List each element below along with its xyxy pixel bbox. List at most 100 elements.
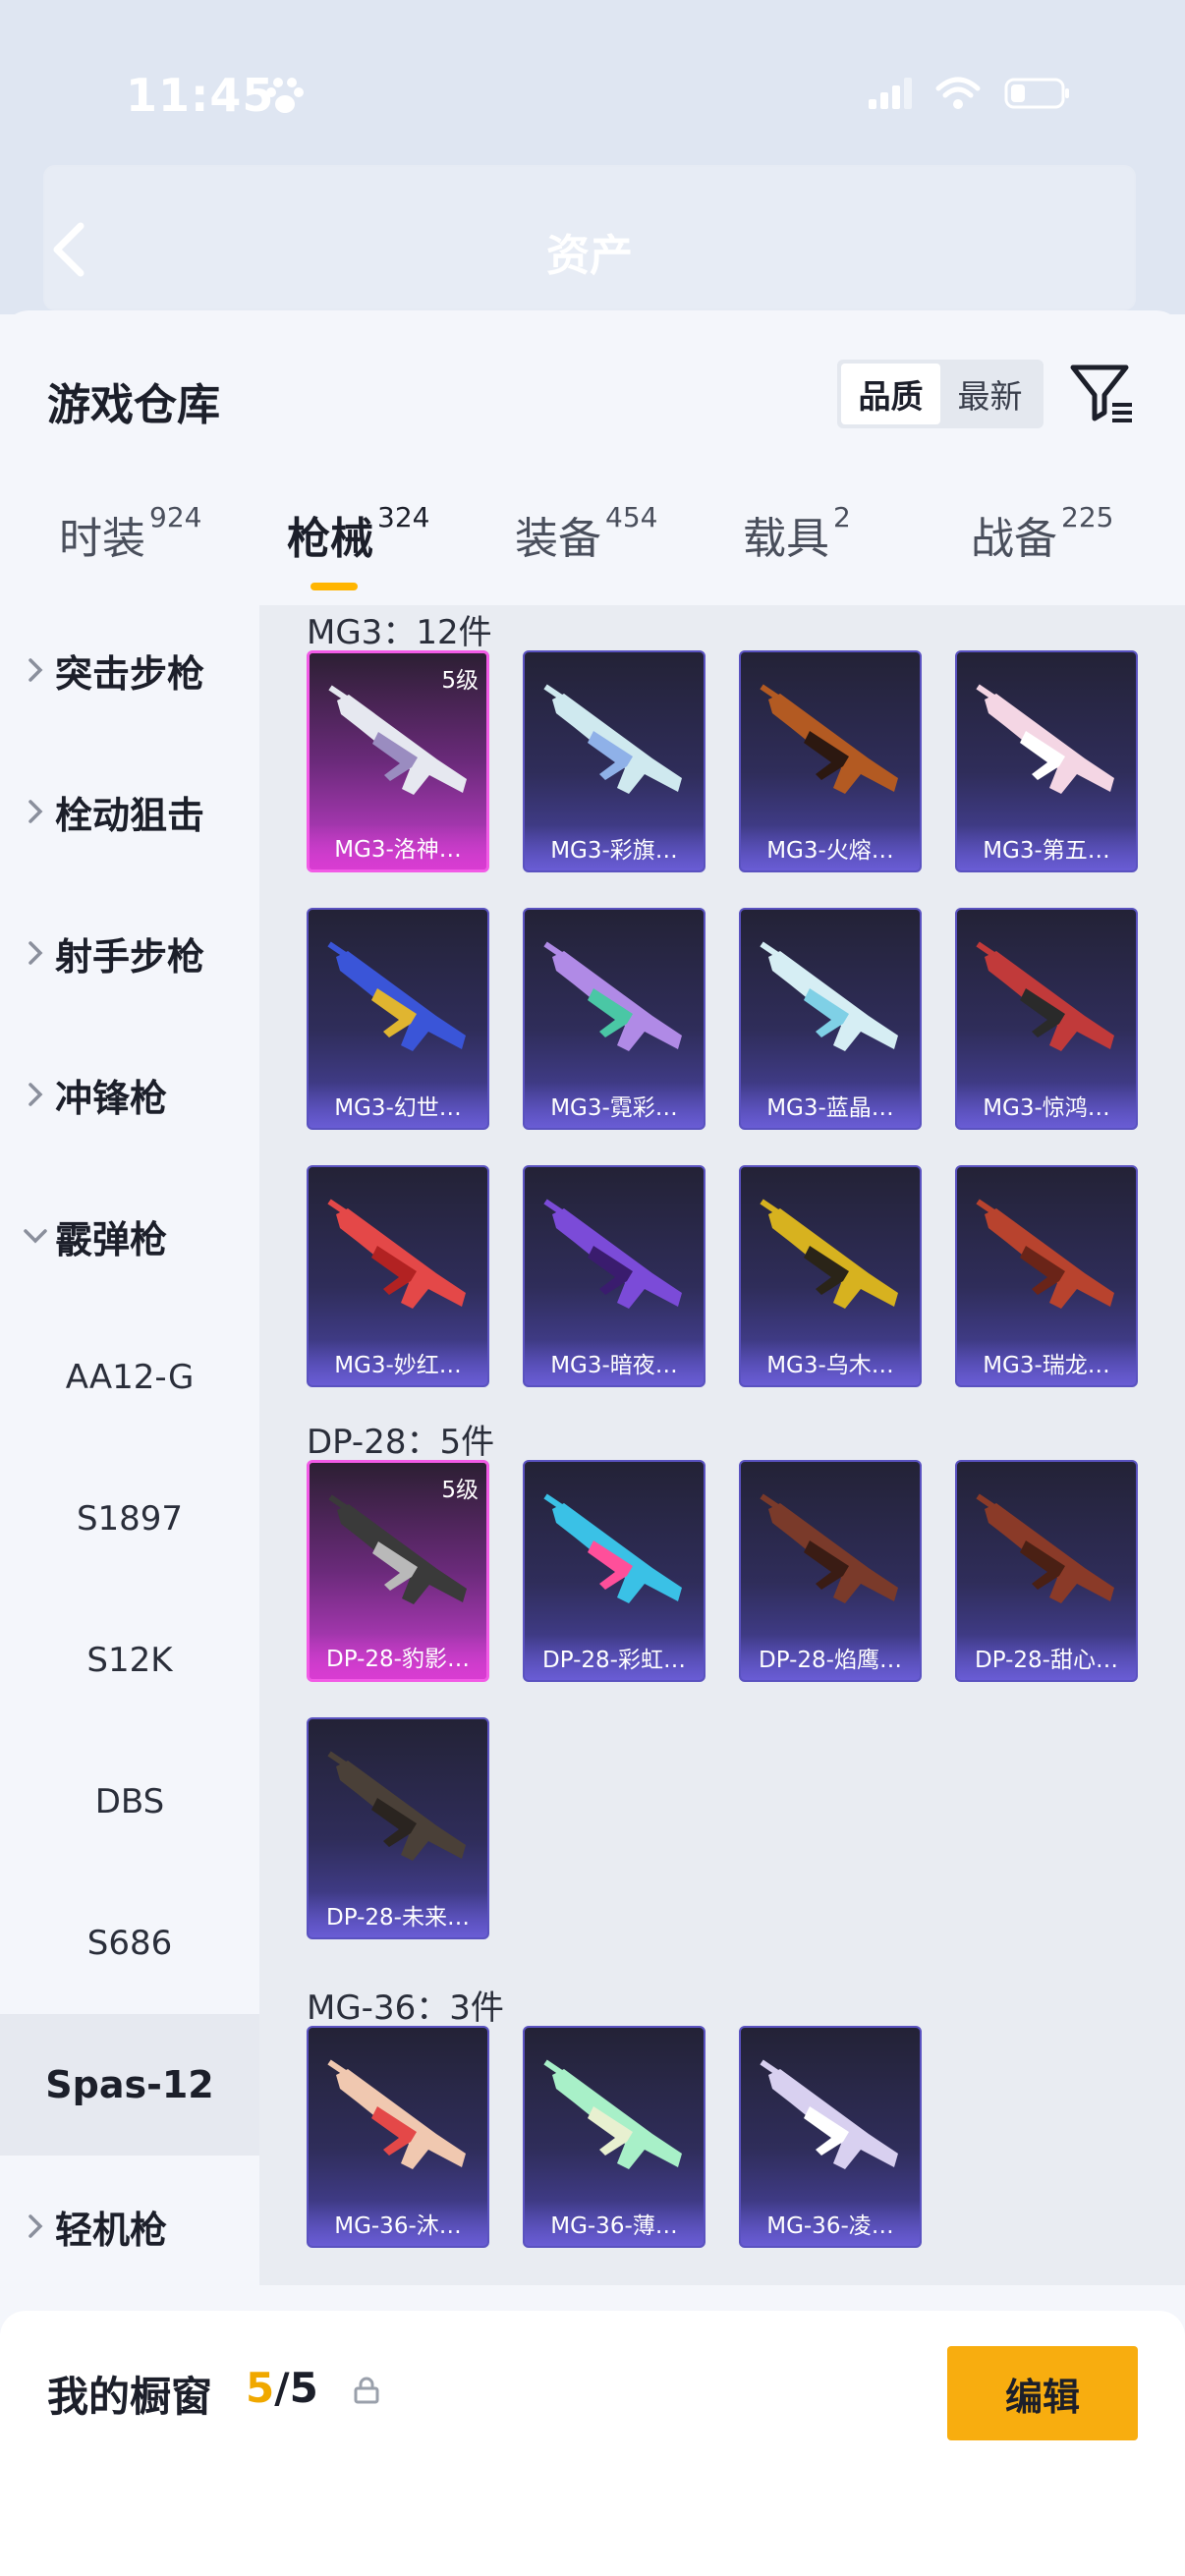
status-time: 11:45 — [126, 69, 275, 122]
weapon-category-nav: 突击步枪 栓动狙击 射手步枪 冲锋枪 霰弹枪 AA12-G S1897 S12K… — [0, 605, 259, 2383]
weapon-image — [327, 941, 466, 1051]
tab-count: 225 — [1061, 501, 1114, 533]
sidebar-item-assault-rifle[interactable]: 突击步枪 — [0, 599, 259, 741]
weapon-image — [543, 684, 682, 794]
sidebar-item-label: 霰弹枪 — [55, 1217, 168, 1261]
weapon-skin-card[interactable]: DP-28-焰鹰… — [739, 1460, 922, 1682]
sidebar-subitem-s1897[interactable]: S1897 — [0, 1448, 259, 1590]
weapon-image — [760, 1493, 898, 1603]
chevron-right-icon — [16, 657, 55, 683]
showcase-current: 5 — [246, 2364, 275, 2412]
tab-label: 战备 — [971, 514, 1057, 564]
tab-count: 324 — [377, 501, 430, 533]
group-title: MG-36：3件 — [307, 1988, 504, 2028]
weapon-skin-card[interactable]: MG3-妙红… — [307, 1165, 489, 1387]
weapon-image — [327, 2059, 466, 2169]
back-icon[interactable] — [49, 220, 88, 279]
weapon-skin-name: MG-36-凌… — [741, 2201, 920, 2246]
weapon-skin-card[interactable]: DP-28-彩虹… — [523, 1460, 705, 1682]
sidebar-item-marksman-rifle[interactable]: 射手步枪 — [0, 882, 259, 1024]
weapon-skin-card[interactable]: MG3-乌木… — [739, 1165, 922, 1387]
sidebar-subitem-s12k[interactable]: S12K — [0, 1590, 259, 1731]
tab-count: 924 — [149, 501, 202, 533]
chevron-down-icon — [16, 1228, 55, 1244]
weapon-skin-card[interactable]: MG-36-沐… — [307, 2026, 489, 2248]
weapon-skin-name: MG3-暗夜… — [525, 1340, 704, 1385]
sidebar-subitem-spas12[interactable]: Spas-12 — [0, 2014, 259, 2156]
weapon-skin-name: DP-28-未来… — [309, 1892, 487, 1937]
weapon-skin-card[interactable]: MG3-火熔… — [739, 650, 922, 872]
weapon-image — [327, 1199, 466, 1309]
weapon-skin-name: MG3-惊鸿… — [957, 1083, 1136, 1128]
weapon-skin-card[interactable]: DP-28-甜心… — [955, 1460, 1138, 1682]
weapon-image — [543, 1199, 682, 1309]
weapon-skin-name: MG3-蓝晶… — [741, 1083, 920, 1128]
weapon-skin-card[interactable]: MG3-惊鸿… — [955, 908, 1138, 1130]
weapon-skin-card[interactable]: MG-36-薄… — [523, 2026, 705, 2248]
tab-equipment[interactable]: 装备 454 — [515, 501, 658, 566]
weapon-skin-name: MG3-霓彩… — [525, 1083, 704, 1128]
weapon-image — [328, 1494, 467, 1604]
sidebar-item-shotgun[interactable]: 霰弹枪 — [0, 1165, 259, 1307]
tab-label: 时装 — [59, 514, 145, 564]
sidebar-item-bolt-sniper[interactable]: 栓动狙击 — [0, 741, 259, 882]
warehouse-sheet: 游戏仓库 品质 最新 时装 924 枪械 324 装备 454 载具 2 战备 … — [0, 310, 1185, 2576]
weapon-skin-card[interactable]: MG3-霓彩… — [523, 908, 705, 1130]
tab-fashion[interactable]: 时装 924 — [59, 501, 202, 566]
sidebar-item-label: 冲锋枪 — [55, 1076, 168, 1120]
sheet-title: 游戏仓库 — [47, 380, 220, 430]
weapon-skin-name: MG-36-沐… — [309, 2201, 487, 2246]
weapon-skin-name: DP-28-甜心… — [957, 1635, 1136, 1680]
sort-newest-option[interactable]: 最新 — [940, 364, 1040, 424]
weapon-skin-name: MG3-妙红… — [309, 1340, 487, 1385]
sidebar-subitem-dbs[interactable]: DBS — [0, 1731, 259, 1873]
weapon-skin-name: MG3-第五… — [957, 825, 1136, 870]
weapon-image — [760, 2059, 898, 2169]
active-tab-indicator — [310, 583, 358, 590]
showcase-total: 5 — [289, 2364, 318, 2412]
weapon-skin-name: MG-36-薄… — [525, 2201, 704, 2246]
chevron-right-icon — [16, 1082, 55, 1107]
weapon-image — [543, 2059, 682, 2169]
sidebar-subitem-aa12g[interactable]: AA12-G — [0, 1307, 259, 1448]
weapon-image — [976, 1199, 1114, 1309]
tab-supplies[interactable]: 战备 225 — [971, 501, 1114, 566]
showcase-bar: 我的橱窗 5/5 编辑 — [0, 2311, 1185, 2576]
weapon-image — [976, 684, 1114, 794]
sort-toggle: 品质 最新 — [837, 360, 1044, 428]
weapon-skin-card[interactable]: MG3-暗夜… — [523, 1165, 705, 1387]
tab-guns[interactable]: 枪械 324 — [287, 501, 430, 566]
tab-count: 2 — [833, 501, 851, 533]
weapon-skin-card[interactable]: MG3-彩旗… — [523, 650, 705, 872]
sidebar-item-smg[interactable]: 冲锋枪 — [0, 1024, 259, 1165]
weapon-skin-card[interactable]: MG3-第五… — [955, 650, 1138, 872]
weapon-image — [327, 1751, 466, 1861]
sidebar-item-label: 射手步枪 — [55, 934, 205, 979]
chevron-right-icon — [16, 799, 55, 824]
weapon-skin-name: DP-28-豹影… — [310, 1634, 486, 1679]
weapon-image — [976, 1493, 1114, 1603]
group-title: MG3：12件 — [307, 613, 492, 652]
weapon-skin-card[interactable]: 5级 MG3-洛神… — [307, 650, 489, 872]
weapon-skin-grid: MG3：12件 5级 MG3-洛神… MG3-彩旗… MG3-火熔… MG3-第五… MG3… — [259, 605, 1185, 2285]
tab-vehicles[interactable]: 载具 2 — [743, 501, 851, 566]
sort-quality-option[interactable]: 品质 — [841, 364, 940, 424]
sidebar-item-label: 轻机枪 — [55, 2208, 168, 2252]
weapon-skin-card[interactable]: MG-36-凌… — [739, 2026, 922, 2248]
weapon-skin-card[interactable]: 5级 DP-28-豹影… — [307, 1460, 489, 1682]
tab-label: 枪械 — [287, 514, 373, 564]
weapon-image — [976, 941, 1114, 1051]
sidebar-item-lmg[interactable]: 轻机枪 — [0, 2156, 259, 2297]
sidebar-subitem-s686[interactable]: S686 — [0, 1873, 259, 2014]
weapon-skin-card[interactable]: MG3-瑞龙… — [955, 1165, 1138, 1387]
chevron-right-icon — [16, 2213, 55, 2239]
edit-button[interactable]: 编辑 — [947, 2346, 1138, 2440]
tab-label: 载具 — [743, 514, 829, 564]
tab-count: 454 — [605, 501, 658, 533]
weapon-skin-card[interactable]: DP-28-未来… — [307, 1717, 489, 1939]
background-header: 11:45 资产 — [0, 0, 1185, 314]
filter-icon[interactable] — [1069, 362, 1136, 426]
weapon-skin-card[interactable]: MG3-幻世… — [307, 908, 489, 1130]
weapon-skin-card[interactable]: MG3-蓝晶… — [739, 908, 922, 1130]
lock-icon — [354, 2377, 379, 2404]
